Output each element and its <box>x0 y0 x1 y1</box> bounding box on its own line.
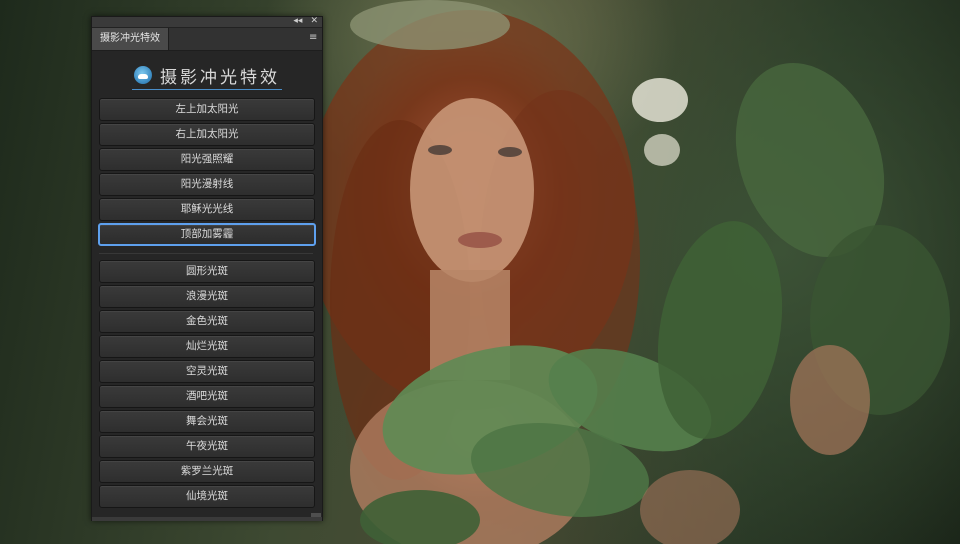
effect-button-wonderland-bokeh[interactable]: 仙境光斑 <box>99 485 315 508</box>
effect-button-brilliant-bokeh[interactable]: 灿烂光斑 <box>99 335 315 358</box>
panel-window-controls: ◂◂ ✕ <box>293 16 318 27</box>
effect-button-top-left-sunlight[interactable]: 左上加太阳光 <box>99 98 315 121</box>
effect-button-top-haze[interactable]: 顶部加雾霾 <box>98 223 316 246</box>
effect-button-god-rays[interactable]: 耶稣光光线 <box>99 198 315 221</box>
panel-menu-icon[interactable]: ≡ <box>309 33 317 43</box>
panel-tab-bar: 摄影冲光特效 ≡ <box>92 28 322 51</box>
effect-button-violet-bokeh[interactable]: 紫罗兰光斑 <box>99 460 315 483</box>
effect-button-strong-sunshine[interactable]: 阳光强照耀 <box>99 148 315 171</box>
panel-title-strip: ◂◂ ✕ <box>92 16 322 28</box>
effect-button-midnight-bokeh[interactable]: 午夜光斑 <box>99 435 315 458</box>
photo-canvas: ◂◂ ✕ 摄影冲光特效 ≡ 摄影冲光特效 左上加太阳光 右上加太阳光 阳光强照耀… <box>0 0 960 544</box>
effect-button-top-right-sunlight[interactable]: 右上加太阳光 <box>99 123 315 146</box>
collapse-icon[interactable]: ◂◂ <box>293 16 302 27</box>
effect-button-diffuse-rays[interactable]: 阳光漫射线 <box>99 173 315 196</box>
tab-effects[interactable]: 摄影冲光特效 <box>92 28 169 50</box>
effect-button-bar-bokeh[interactable]: 酒吧光斑 <box>99 385 315 408</box>
brand-header: 摄影冲光特效 <box>132 61 282 90</box>
cloud-logo-icon <box>134 66 152 84</box>
close-icon[interactable]: ✕ <box>310 16 318 27</box>
panel-body: 摄影冲光特效 左上加太阳光 右上加太阳光 阳光强照耀 阳光漫射线 耶稣光光线 顶… <box>92 51 322 520</box>
effects-panel: ◂◂ ✕ 摄影冲光特效 ≡ 摄影冲光特效 左上加太阳光 右上加太阳光 阳光强照耀… <box>91 16 323 521</box>
effect-button-round-bokeh[interactable]: 圆形光斑 <box>99 260 315 283</box>
effect-button-golden-bokeh[interactable]: 金色光斑 <box>99 310 315 333</box>
effect-button-ethereal-bokeh[interactable]: 空灵光斑 <box>99 360 315 383</box>
group-divider <box>99 253 313 254</box>
effect-button-ball-bokeh[interactable]: 舞会光斑 <box>99 410 315 433</box>
brand-title: 摄影冲光特效 <box>160 67 280 88</box>
effect-button-romantic-bokeh[interactable]: 浪漫光斑 <box>99 285 315 308</box>
panel-bottom-edge <box>92 517 322 521</box>
